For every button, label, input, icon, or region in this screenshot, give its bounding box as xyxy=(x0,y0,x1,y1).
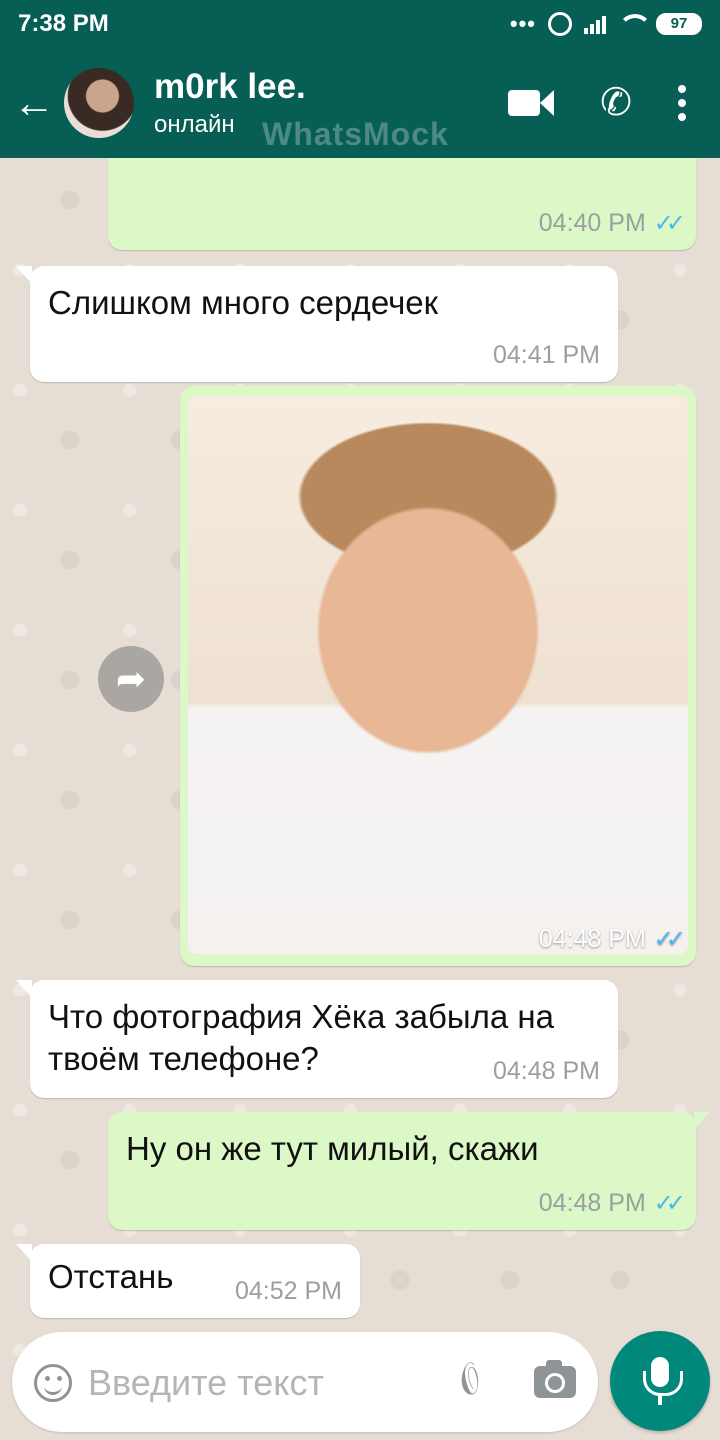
forward-icon[interactable]: ➦ xyxy=(98,646,164,712)
voice-message-button[interactable] xyxy=(610,1331,710,1431)
message-time: 04:52 PM xyxy=(234,1277,342,1305)
emoji-icon[interactable] xyxy=(34,1364,72,1402)
message-bubble-out[interactable]: Ну он же тут милый, скажи 04:48 PM ✓✓ xyxy=(108,1112,710,1230)
status-bar: 7:38 PM ••• 97 xyxy=(0,0,720,48)
message-bubble-in[interactable]: Отстань 04:52 PM xyxy=(16,1244,360,1318)
status-icons: ••• 97 xyxy=(510,11,702,37)
message-input-bar: Введите текст 𝒪 xyxy=(12,1332,598,1432)
alarm-icon xyxy=(548,12,572,36)
message-time: 04:48 PM xyxy=(492,1057,600,1085)
camera-icon[interactable] xyxy=(534,1360,576,1398)
video-call-icon[interactable] xyxy=(508,88,555,118)
contact-name: m0rk lee. xyxy=(154,67,306,106)
message-bubble-in[interactable]: Слишком много сердечек 04:41 PM xyxy=(16,266,618,382)
message-input[interactable]: Введите текст xyxy=(88,1362,324,1404)
message-time: 04:48 PM ✓✓ xyxy=(538,1189,686,1217)
message-text: Отстань xyxy=(48,1258,174,1295)
signal-icon xyxy=(584,14,606,34)
mic-icon xyxy=(643,1357,683,1396)
back-arrow-icon[interactable]: ← xyxy=(4,79,64,127)
wifi-icon xyxy=(618,14,652,34)
notification-dots-icon: ••• xyxy=(509,11,536,36)
watermark: WhatsMock xyxy=(262,116,449,152)
message-time: 04:40 PM ✓✓ xyxy=(538,209,686,237)
image-message-bubble[interactable]: 04:48 PM ✓✓ xyxy=(180,386,696,966)
read-ticks-icon: ✓✓ xyxy=(653,926,686,953)
message-time: 04:48 PM ✓✓ xyxy=(538,925,686,953)
message-time: 04:41 PM xyxy=(492,341,600,369)
more-menu-icon[interactable] xyxy=(678,85,686,121)
read-ticks-icon: ✓✓ xyxy=(653,210,686,237)
message-bubble-out[interactable]: 💗💗💗💘💘💘❤️❤️❤️ 04:40 PM✓✓ xyxy=(108,158,696,250)
phone-icon[interactable]: ✆ xyxy=(600,84,632,122)
message-list[interactable]: 💗💗💗💘💘💘❤️❤️❤️ 04:40 PM✓✓ Слишком много се… xyxy=(0,158,720,1330)
status-time: 7:38 PM xyxy=(18,10,109,37)
battery-icon: 97 xyxy=(656,13,702,35)
attach-icon[interactable]: 𝒪 xyxy=(447,1357,493,1405)
message-bubble-in[interactable]: Что фотография Хёка забыла на твоём теле… xyxy=(16,980,618,1098)
avatar[interactable] xyxy=(64,68,134,138)
read-ticks-icon: ✓✓ xyxy=(653,1190,686,1217)
message-text: Ну он же тут милый, скажи xyxy=(126,1130,539,1167)
message-text: Слишком много сердечек xyxy=(48,284,439,321)
photo-image[interactable] xyxy=(188,396,688,954)
header-actions: ✆ xyxy=(508,84,720,122)
